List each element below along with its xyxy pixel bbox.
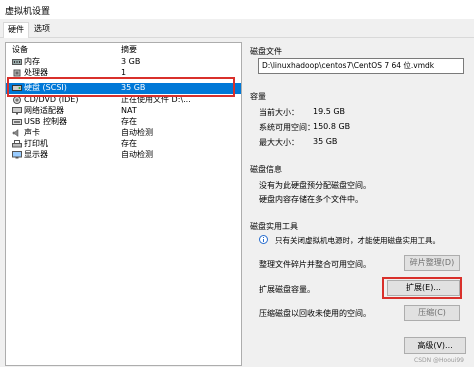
disk-file-group: 磁盘文件 D:\linuxhadoop\centos7\CentOS 7 64 … <box>250 46 467 86</box>
free-space-label: 系统可用空间： <box>259 123 315 132</box>
disk-file-path-field[interactable]: D:\linuxhadoop\centos7\CentOS 7 64 位.vmd… <box>258 58 464 74</box>
disk-file-title: 磁盘文件 <box>250 47 282 56</box>
info-icon <box>259 235 268 246</box>
device-summary: 存在 <box>121 139 137 148</box>
tab-hardware[interactable]: 硬件 <box>3 22 29 38</box>
device-name: CD/DVD (IDE) <box>24 95 79 104</box>
compact-text: 压缩磁盘以回收未使用的空间。 <box>259 309 371 318</box>
max-size-label: 最大大小： <box>259 138 299 147</box>
device-summary: 存在 <box>121 117 137 126</box>
device-name: 硬盘 (SCSI) <box>24 83 67 92</box>
disk-info-line-1: 没有为此硬盘预分配磁盘空间。 <box>259 181 371 190</box>
printer-icon <box>12 140 22 148</box>
device-row-sound-card[interactable]: 声卡 自动检测 <box>6 128 241 139</box>
expand-text: 扩展磁盘容量。 <box>259 285 315 294</box>
device-row-printer[interactable]: 打印机 存在 <box>6 139 241 150</box>
device-list: 设备 摘要 内存 3 GB 处理器 1 硬盘 (SCSI) 35 GB CD/D… <box>5 42 242 366</box>
tab-options[interactable]: 选项 <box>30 22 54 36</box>
device-row-processor[interactable]: 处理器 1 <box>6 68 241 79</box>
display-icon <box>12 151 22 159</box>
current-size-value: 19.5 GB <box>313 107 346 116</box>
device-summary: 3 GB <box>121 57 141 66</box>
disk-tools-note: 只有关闭虚拟机电源时，才能使用磁盘实用工具。 <box>275 236 440 245</box>
device-name: 声卡 <box>24 128 40 137</box>
advanced-button[interactable]: 高级(V)... <box>404 337 466 354</box>
device-summary: NAT <box>121 106 137 115</box>
device-column-header[interactable]: 设备 <box>12 44 28 55</box>
device-name: 处理器 <box>24 68 48 77</box>
window-title: 虚拟机设置 <box>5 7 51 17</box>
max-size-value: 35 GB <box>313 137 338 146</box>
device-row-usb-controller[interactable]: USB 控制器 存在 <box>6 117 241 128</box>
capacity-title: 容量 <box>250 92 266 101</box>
capacity-group: 容量 当前大小： 19.5 GB 系统可用空间： 150.8 GB 最大大小： … <box>250 91 467 151</box>
free-space-value: 150.8 GB <box>313 122 351 131</box>
device-summary: 正在使用文件 D:\... <box>121 95 191 104</box>
device-summary: 自动检测 <box>121 150 153 159</box>
cd-dvd-icon <box>12 96 22 104</box>
device-name: 显示器 <box>24 150 48 159</box>
device-summary: 1 <box>121 68 127 77</box>
network-adapter-icon <box>12 107 22 115</box>
cpu-icon <box>12 69 22 77</box>
title-bar: 虚拟机设置 <box>0 0 474 19</box>
device-list-header: 设备 摘要 <box>6 43 241 55</box>
current-size-label: 当前大小： <box>259 108 299 117</box>
device-summary: 35 GB <box>121 83 146 92</box>
device-row-display[interactable]: 显示器 自动检测 <box>6 150 241 161</box>
device-summary: 自动检测 <box>121 128 153 137</box>
summary-column-header[interactable]: 摘要 <box>121 44 137 55</box>
device-name: USB 控制器 <box>24 117 67 126</box>
disk-info-line-2: 硬盘内容存储在多个文件中。 <box>259 195 363 204</box>
device-row-hard-disk[interactable]: 硬盘 (SCSI) 35 GB <box>6 83 241 94</box>
compact-button[interactable]: 压缩(C) <box>404 305 460 321</box>
memory-icon <box>12 58 22 66</box>
device-row-cd-dvd[interactable]: CD/DVD (IDE) 正在使用文件 D:\... <box>6 95 241 106</box>
defragment-text: 整理文件碎片并整合可用空间。 <box>259 260 371 269</box>
device-name: 打印机 <box>24 139 48 148</box>
sound-card-icon <box>12 129 22 137</box>
disk-info-title: 磁盘信息 <box>250 165 282 174</box>
disk-info-group: 磁盘信息 没有为此硬盘预分配磁盘空间。 硬盘内容存储在多个文件中。 <box>250 164 467 209</box>
device-name: 内存 <box>24 57 40 66</box>
tab-strip: 硬件 选项 <box>0 19 474 38</box>
usb-controller-icon <box>12 118 22 126</box>
defragment-button[interactable]: 碎片整理(D) <box>404 255 460 271</box>
device-name: 网络适配器 <box>24 106 64 115</box>
hard-disk-icon <box>12 84 22 92</box>
highlight-box-expand <box>382 277 462 299</box>
device-row-memory[interactable]: 内存 3 GB <box>6 57 241 68</box>
device-row-network-adapter[interactable]: 网络适配器 NAT <box>6 106 241 117</box>
watermark: CSDN @Hooui99 <box>414 357 464 364</box>
disk-tools-title: 磁盘实用工具 <box>250 222 298 231</box>
